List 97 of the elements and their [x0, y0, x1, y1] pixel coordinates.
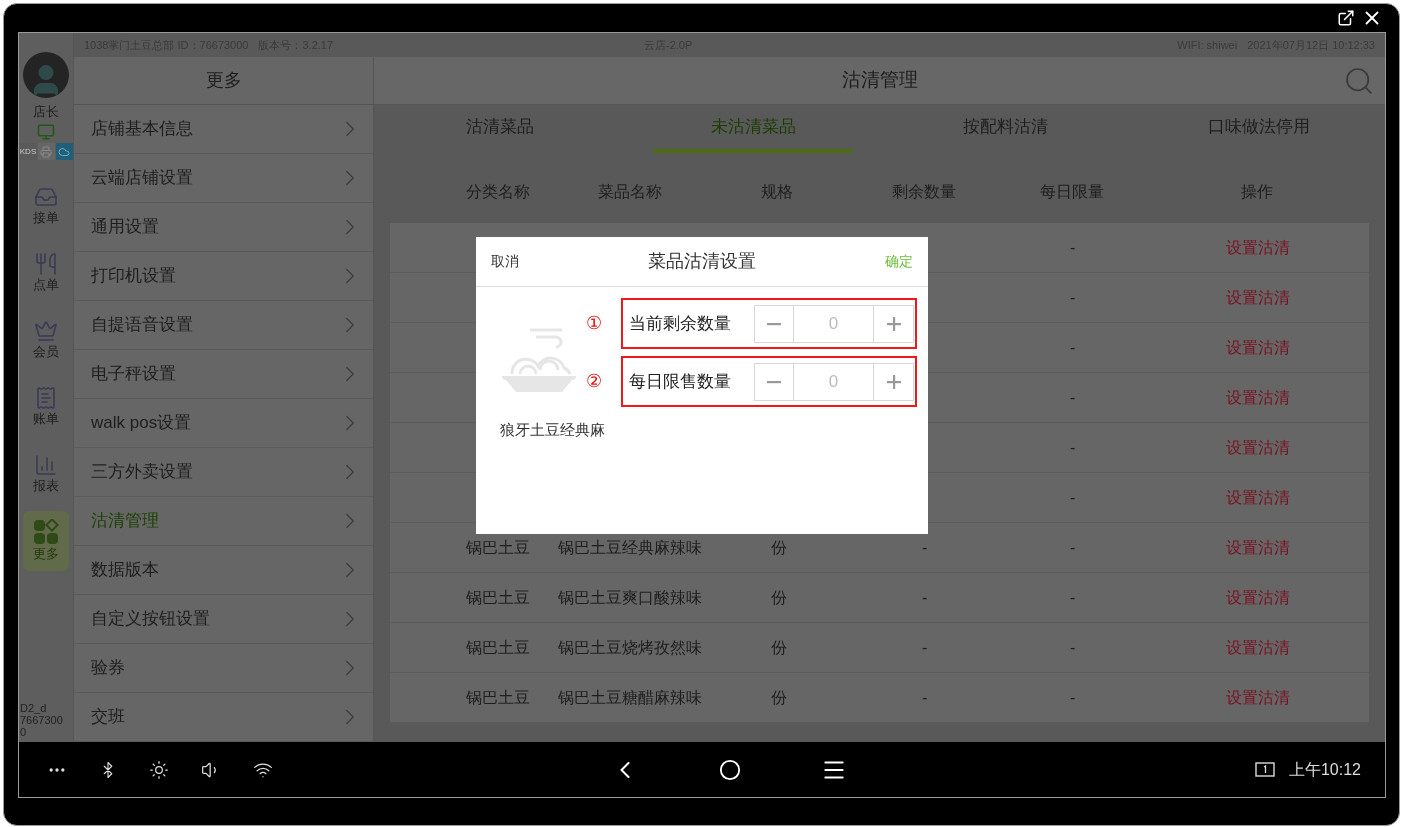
table-cell: -	[1070, 488, 1076, 506]
quantity-label: 当前剩余数量	[629, 312, 732, 335]
table-cell: 锅巴土豆烧烤孜然味	[558, 638, 702, 656]
set-sold-out-link[interactable]: 设置沽清	[1226, 288, 1290, 306]
table-cell: -	[1070, 688, 1076, 706]
crown-icon	[34, 319, 58, 343]
table-cell: 份	[771, 538, 787, 556]
step-marker: ①	[584, 312, 603, 335]
monitor-icon	[37, 123, 55, 141]
quantity-value[interactable]: 0	[794, 305, 873, 342]
rail-nav-item[interactable]: 点单	[23, 243, 69, 303]
utensils-icon	[34, 252, 58, 276]
column-header: 规格	[761, 182, 794, 202]
column-header: 分类名称	[465, 182, 531, 202]
grid-icon	[33, 519, 59, 545]
inbox-icon	[34, 185, 58, 209]
table-cell: 锅巴土豆	[466, 688, 530, 706]
table-cell: -	[922, 638, 928, 656]
menu-item[interactable]: 打印机设置	[74, 252, 373, 301]
table-cell: 锅巴土豆	[466, 638, 530, 656]
table-cell: 锅巴土豆经典麻辣味	[558, 538, 702, 556]
user-role: 店长	[33, 104, 59, 120]
plus-icon	[886, 374, 901, 389]
table-cell: 锅巴土豆	[466, 538, 530, 556]
table-cell: -	[922, 538, 928, 556]
table-cell: 锅巴土豆爽口酸辣味	[558, 588, 702, 606]
table-cell: 锅巴土豆	[466, 588, 530, 606]
kds-badge: KDS	[19, 143, 37, 160]
confirm-button[interactable]: 确定	[885, 251, 913, 272]
quantity-label: 每日限售数量	[629, 370, 732, 393]
printer-badge	[37, 143, 55, 160]
table-cell: -	[1070, 588, 1076, 606]
table-cell: -	[1070, 238, 1076, 256]
set-sold-out-link[interactable]: 设置沽清	[1226, 688, 1290, 706]
rail-nav-item[interactable]: 接单	[23, 176, 69, 236]
minus-icon	[767, 321, 781, 326]
menu-item[interactable]: 店铺基本信息	[74, 105, 373, 154]
clock: 上午10:12	[1288, 759, 1361, 780]
table-cell: -	[922, 688, 928, 706]
column-header: 菜品名称	[598, 182, 663, 202]
brightness-icon[interactable]	[149, 759, 169, 780]
tab[interactable]: 未沽清菜品	[653, 105, 854, 153]
chart-icon	[34, 453, 58, 477]
set-sold-out-link[interactable]: 设置沽清	[1226, 488, 1290, 506]
dish-name: 狼牙土豆经典麻	[498, 420, 606, 440]
home-icon[interactable]	[719, 758, 741, 781]
column-header: 每日限量	[1040, 182, 1105, 202]
cloud-badge	[55, 143, 73, 160]
menu-item[interactable]: 云端店铺设置	[74, 154, 373, 203]
dialog-title: 菜品沽清设置	[648, 250, 756, 273]
screen-icon[interactable]	[1254, 761, 1275, 778]
receipt-icon	[34, 386, 58, 410]
set-sold-out-link[interactable]: 设置沽清	[1226, 588, 1290, 606]
table-cell: 份	[771, 688, 787, 706]
set-sold-out-link[interactable]: 设置沽清	[1226, 388, 1290, 406]
table-cell: 份	[771, 588, 787, 606]
menu-item[interactable]: walk pos设置	[74, 399, 373, 448]
minus-icon	[767, 379, 781, 384]
table-cell: 锅巴土豆糖醋麻辣味	[558, 688, 702, 706]
menu-item[interactable]: 数据版本	[74, 546, 373, 595]
page-title: 沽清管理	[841, 68, 918, 93]
quantity-value[interactable]: 0	[794, 363, 873, 400]
table-cell: -	[1070, 288, 1076, 306]
column-header: 操作	[1241, 182, 1274, 202]
cancel-button[interactable]: 取消	[491, 251, 519, 272]
external-link-icon[interactable]	[1337, 9, 1355, 27]
set-sold-out-link[interactable]: 设置沽清	[1226, 438, 1290, 456]
table-cell: -	[1070, 388, 1076, 406]
rail-nav-item[interactable]: 账单	[23, 377, 69, 437]
set-sold-out-link[interactable]: 设置沽清	[1226, 238, 1290, 256]
device-id: D2_d	[20, 702, 48, 714]
menu-item[interactable]: 自提语音设置	[74, 301, 373, 350]
set-sold-out-link[interactable]: 设置沽清	[1226, 638, 1290, 656]
table-cell: -	[922, 588, 928, 606]
menu-item[interactable]: 自定义按钮设置	[74, 595, 373, 644]
set-sold-out-link[interactable]: 设置沽清	[1226, 338, 1290, 356]
plus-icon	[886, 316, 901, 331]
menu-title: 更多	[205, 69, 242, 92]
tab[interactable]: 沽清菜品	[400, 105, 601, 153]
table-cell: -	[1070, 638, 1076, 656]
table-cell: 份	[771, 638, 787, 656]
table-cell: -	[1070, 538, 1076, 556]
table-cell: -	[1070, 338, 1076, 356]
menu-item[interactable]: 验券	[74, 644, 373, 693]
column-header: 剩余数量	[892, 182, 957, 202]
tab[interactable]: 按配料沽清	[905, 105, 1106, 153]
tab[interactable]: 口味做法停用	[1158, 105, 1359, 153]
step-marker: ②	[584, 370, 603, 393]
rail-nav-item[interactable]: 更多	[23, 511, 69, 571]
rail-nav-item[interactable]: 会员	[23, 310, 69, 370]
menu-item[interactable]: 沽清管理	[74, 497, 373, 546]
menu-item[interactable]: 通用设置	[74, 203, 373, 252]
menu-item[interactable]: 电子秤设置	[74, 350, 373, 399]
avatar[interactable]	[23, 52, 69, 98]
set-sold-out-link[interactable]: 设置沽清	[1226, 538, 1290, 556]
rail-nav-item[interactable]: 报表	[23, 444, 69, 504]
table-cell: -	[1070, 438, 1076, 456]
